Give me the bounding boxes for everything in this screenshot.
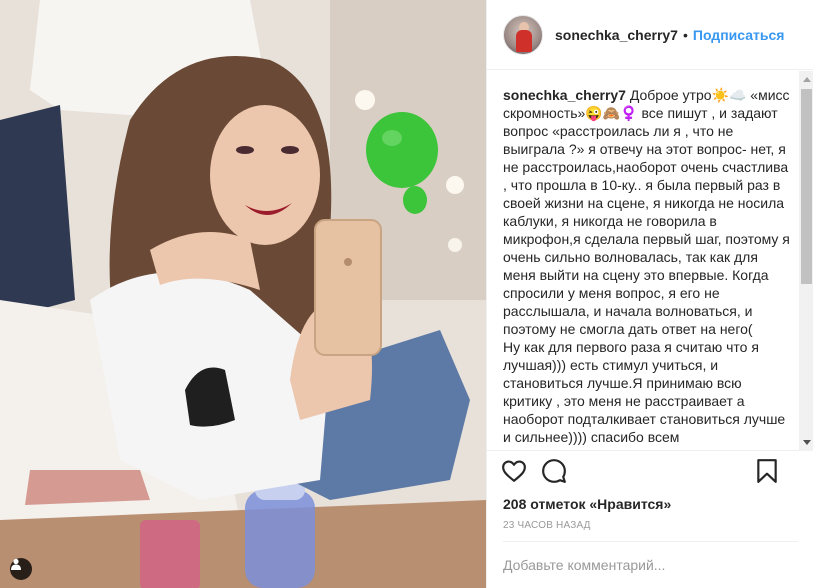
avatar[interactable]	[503, 14, 543, 55]
post-photo[interactable]	[0, 0, 486, 588]
bookmark-icon[interactable]	[755, 458, 783, 486]
scroll-down-arrow-icon[interactable]	[803, 440, 811, 445]
username-link[interactable]: sonechka_cherry7	[555, 27, 678, 43]
photo-illustration	[0, 0, 486, 588]
caption-text: Доброе утро☀️☁️ «мисс скромность»😜🙈♀️ вс…	[503, 87, 790, 445]
separator-dot: •	[682, 26, 688, 43]
post-actions	[501, 458, 801, 490]
speech-bubble-icon[interactable]	[541, 458, 569, 486]
heart-outline-icon[interactable]	[501, 458, 529, 486]
person-tag-icon[interactable]	[10, 558, 32, 580]
caption-scroll-area[interactable]: sonechka_cherry7 Доброе утро☀️☁️ «мисс с…	[487, 71, 813, 451]
post-timestamp[interactable]: 23 ЧАСОВ НАЗАД	[503, 520, 591, 531]
post-details-panel: sonechka_cherry7 • Подписаться sonechka_…	[486, 0, 813, 588]
post-header: sonechka_cherry7 • Подписаться	[487, 0, 813, 70]
likes-count[interactable]: 208 отметок «Нравится»	[503, 496, 671, 512]
scroll-up-arrow-icon[interactable]	[803, 77, 811, 82]
comment-input[interactable]	[503, 557, 798, 573]
scrollbar-thumb[interactable]	[801, 89, 812, 284]
post-caption: sonechka_cherry7 Доброе утро☀️☁️ «мисс с…	[503, 86, 793, 451]
follow-button[interactable]: Подписаться	[693, 27, 785, 43]
comment-form	[503, 541, 798, 588]
caption-scrollbar[interactable]	[799, 71, 813, 451]
caption-author-link[interactable]: sonechka_cherry7	[503, 87, 626, 103]
